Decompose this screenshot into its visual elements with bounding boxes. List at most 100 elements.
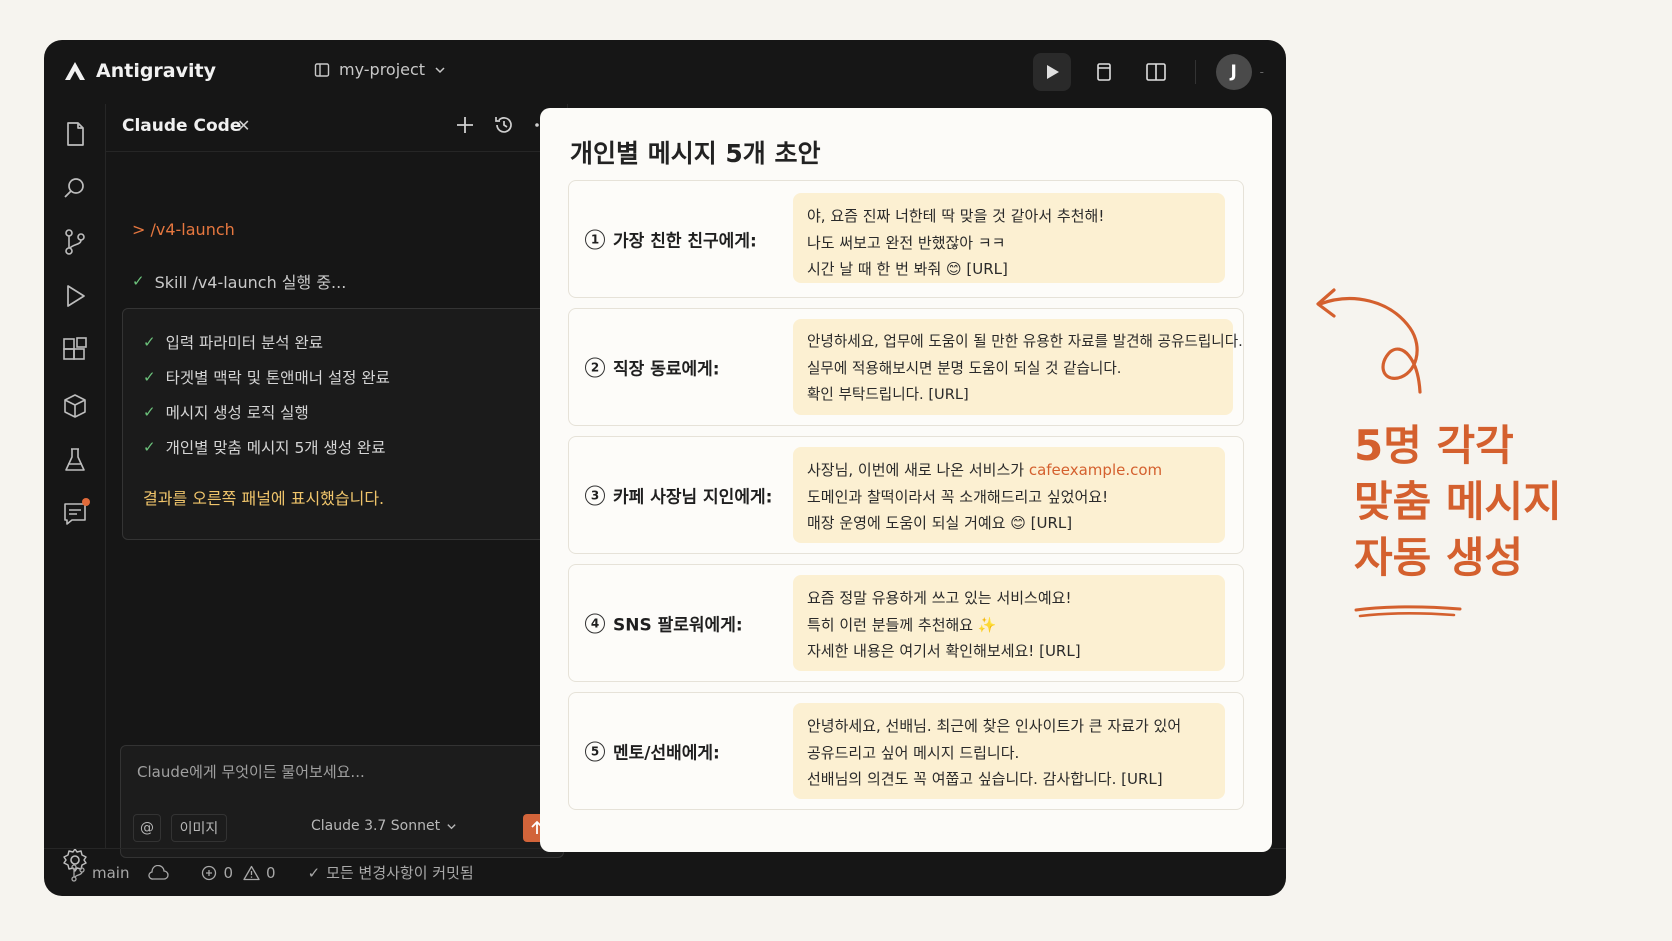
step-text: 타겟별 맥락 및 톤앤매너 설정 완료 [165,369,390,387]
message-line: 매장 운영에 도움이 되실 거예요 😊 [URL] [807,514,1073,532]
source-control-icon[interactable] [61,228,89,256]
check-icon: ✓ [307,863,321,882]
message-line: 안녕하세요, 업무에 도움이 될 만한 유용한 자료를 발견해 공유드립니다. [807,333,1243,350]
message-card: 5 멘토/선배에게: 안녕하세요, 선배님. 최근에 찾은 인사이트가 큰 자료… [568,692,1244,810]
antigravity-logo-icon [65,62,85,80]
message-bubble: 안녕하세요, 업무에 도움이 될 만한 유용한 자료를 발견해 공유드립니다. … [793,319,1243,415]
title-bar-actions: J - [1032,53,1264,91]
run-debug-icon[interactable] [61,282,89,310]
recipient-text: SNS 팔로워에게: [613,615,743,636]
document-panel: 개인별 메시지 5개 초안 1 가장 친한 친구에게: 야, 요즘 진짜 너한테… [540,108,1272,852]
split-pane-button[interactable] [1137,53,1175,91]
step-item: ✓ 개인별 맞춤 메시지 5개 생성 완료 [143,436,385,458]
curved-arrow-icon [1316,288,1422,394]
step-item: ✓ 타겟별 맥락 및 톤앤매너 설정 완료 [143,366,390,388]
message-bubble: 요즘 정말 유용하게 쓰고 있는 서비스예요! 특히 이런 분들께 추천해요 ✨… [793,575,1225,671]
activity-bar [44,104,106,872]
error-icon [202,865,217,880]
step-text: 입력 파라미터 분석 완료 [165,334,323,352]
explorer-icon[interactable] [61,120,89,148]
message-line: 특히 이런 분들께 추천해요 ✨ [807,615,997,634]
project-selector[interactable]: my-project [314,60,446,79]
cloud-sync-icon[interactable] [147,864,170,881]
mention-button[interactable]: @ [133,814,161,842]
warning-count: 0 [266,863,276,882]
message-card: 3 카페 사장님 지인에게: 사장님, 이번에 새로 나온 서비스가 cafee… [568,436,1244,554]
message-bubble: 사장님, 이번에 새로 나온 서비스가 cafeexample.com 도메인과… [793,447,1225,543]
steps-box: ✓ 입력 파라미터 분석 완료 ✓ 타겟별 맥락 및 톤앤매너 설정 완료 ✓ … [122,308,562,540]
project-name: my-project [339,60,426,79]
check-icon: ✓ [143,333,156,351]
single-pane-button[interactable] [1085,53,1123,91]
avatar-menu-caret[interactable]: - [1260,65,1264,79]
number-badge: 5 [585,741,605,761]
model-selector[interactable]: Claude 3.7 Sonnet [311,818,457,834]
recipient-text: 멘토/선배에게: [613,743,720,764]
message-card: 4 SNS 팔로워에게: 요즘 정말 유용하게 쓰고 있는 서비스예요! 특히 … [568,564,1244,682]
git-branch-icon [71,863,85,882]
annotation-line: 맞춤 메시지 [1354,477,1562,526]
plus-icon[interactable] [455,115,475,135]
extensions-icon[interactable] [61,336,89,364]
status-bar: main 0 0 ✓ 모든 변경사항이 커밋됨 [44,848,1286,896]
message-line: 공유드리고 싶어 메시지 드립니다. [807,743,1020,762]
recipient-label: 3 카페 사장님 지인에게: [585,483,772,508]
model-name: Claude 3.7 Sonnet [311,818,441,834]
close-icon[interactable]: ✕ [237,116,250,135]
problems-indicator[interactable]: 0 0 [201,863,276,882]
commit-status-text: 모든 변경사항이 커밋됨 [326,864,474,882]
history-icon[interactable] [493,114,515,136]
chat-input[interactable] [121,746,563,798]
message-line: 안녕하세요, 선배님. 최근에 찾은 인사이트가 큰 자료가 있어 [807,717,1182,735]
recipient-label: 5 멘토/선배에게: [585,739,720,764]
image-button[interactable]: 이미지 [171,814,227,842]
message-line: 요즘 정말 유용하게 쓰고 있는 서비스예요! [807,589,1072,607]
command-line: > /v4-launch [132,220,235,239]
message-line: 확인 부탁드립니다. [URL] [807,386,969,403]
chevron-down-icon [447,823,456,829]
warning-icon [243,865,260,880]
notification-dot [82,498,90,506]
chevron-down-icon [435,66,445,73]
app-window: Antigravity my-project J - Claude Code ✕… [44,40,1286,896]
title-bar: Antigravity my-project J - [44,40,1286,104]
check-icon: ✓ [143,438,156,456]
document-title: 개인별 메시지 5개 초안 [570,139,821,168]
step-text: 메시지 생성 로직 실행 [165,404,309,422]
message-line: 사장님, 이번에 새로 나온 서비스가 cafeexample.com [807,457,1211,484]
package-icon[interactable] [61,392,89,420]
message-bubble: 야, 요즘 진짜 너한테 딱 맞을 것 같아서 추천해! 나도 써보고 완전 반… [793,193,1225,283]
brand: Antigravity [64,60,216,82]
annotation-line: 5명 각각 [1354,421,1514,470]
message-bubble: 안녕하세요, 선배님. 최근에 찾은 인사이트가 큰 자료가 있어 공유드리고 … [793,703,1225,799]
document-layout-icon [1096,63,1111,81]
branch-name: main [92,863,130,882]
search-icon[interactable] [61,174,89,202]
number-badge: 2 [585,357,605,377]
app-name: Antigravity [96,60,216,82]
message-line: 야, 요즘 진짜 너한테 딱 맞을 것 같아서 추천해! [807,207,1105,225]
message-card: 2 직장 동료에게: 안녕하세요, 업무에 도움이 될 만한 유용한 자료를 발… [568,308,1244,426]
message-line: 실무에 적용해보시면 분명 도움이 되실 것 같습니다. [807,359,1122,377]
run-button[interactable] [1032,53,1071,91]
underline-stroke-icon [1354,605,1462,618]
commit-status: ✓ 모든 변경사항이 커밋됨 [308,862,474,883]
number-badge: 4 [585,613,605,633]
flask-icon[interactable] [61,446,89,474]
panel-title: Claude Code [122,116,242,136]
domain-link[interactable]: cafeexample.com [1029,461,1162,479]
chat-icon[interactable] [61,498,90,528]
step-item: ✓ 입력 파라미터 분석 완료 [143,331,323,353]
branch-indicator[interactable]: main [70,864,129,882]
panel-header: Claude Code ✕ [106,104,567,152]
annotation-text: 5명 각각 맞춤 메시지 자동 생성 [1354,418,1562,586]
step-item: ✓ 메시지 생성 로직 실행 [143,401,309,423]
project-icon [314,62,330,77]
recipient-label: 2 직장 동료에게: [585,355,720,380]
skill-status: ✓ Skill /v4-launch 실행 중... [132,269,346,293]
chat-composer: @ 이미지 Claude 3.7 Sonnet [120,745,564,858]
message-line: 시간 날 때 한 번 봐줘 😊 [URL] [807,260,1008,278]
check-icon: ✓ [143,368,156,386]
avatar[interactable]: J [1215,54,1252,90]
check-icon: ✓ [132,272,145,290]
